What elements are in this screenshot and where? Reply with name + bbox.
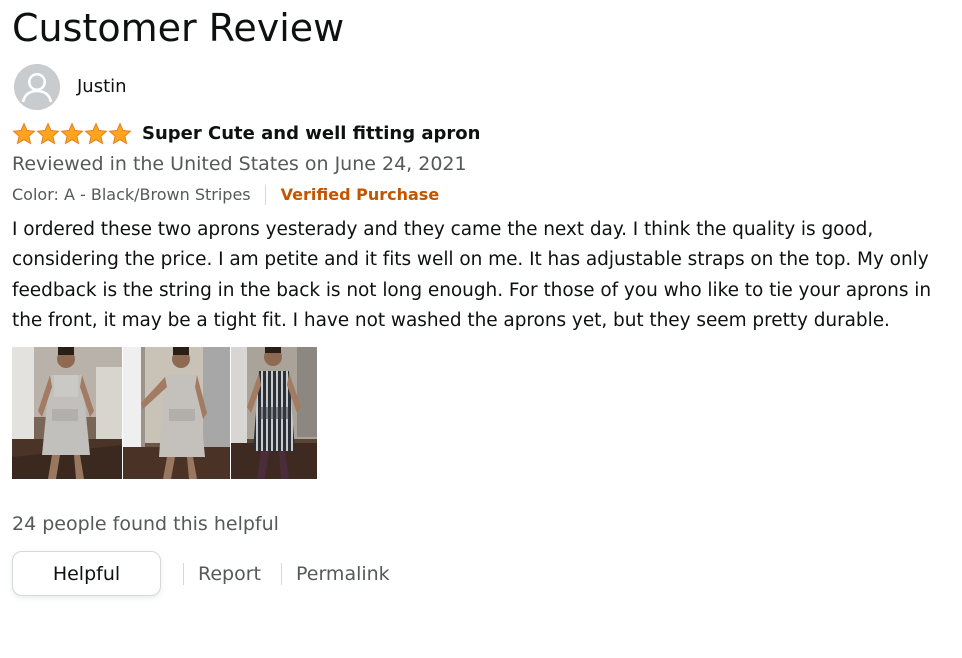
star-icon xyxy=(108,122,132,145)
star-icon xyxy=(36,122,60,145)
report-link[interactable]: Report xyxy=(198,561,261,587)
review-body: I ordered these two aprons yesterady and… xyxy=(12,215,960,337)
helpful-button[interactable]: Helpful xyxy=(12,551,161,596)
page-title: Customer Review xyxy=(12,6,345,50)
divider xyxy=(183,562,184,585)
default-user-avatar-icon xyxy=(14,64,60,110)
review-title[interactable]: Super Cute and well fitting apron xyxy=(142,122,480,146)
helpful-count: 24 people found this helpful xyxy=(12,513,279,535)
variant-link[interactable]: Color: A - Black/Brown Stripes xyxy=(12,184,251,206)
star-rating[interactable] xyxy=(12,122,132,146)
review-body-line: the front, it may be a tight fit. I have… xyxy=(12,310,890,332)
review-body-line: feedback is the string in the back is no… xyxy=(12,279,932,301)
reviewer-name: Justin xyxy=(77,76,127,97)
star-icon xyxy=(84,122,108,145)
review-meta: Color: A - Black/Brown Stripes Verified … xyxy=(12,183,439,207)
star-icon xyxy=(12,122,36,145)
review-image-grey-apron-front[interactable] xyxy=(12,347,122,479)
review-image-grey-apron-doorway[interactable] xyxy=(123,347,230,479)
review-body-line: considering the price. I am petite and i… xyxy=(12,249,929,271)
review-body-line: I ordered these two aprons yesterady and… xyxy=(12,219,874,240)
divider xyxy=(280,562,282,585)
divider xyxy=(264,185,266,205)
review-image-striped-apron[interactable] xyxy=(231,347,317,479)
rating-row: Super Cute and well fitting apron xyxy=(12,120,480,148)
reviewer-profile[interactable]: Justin xyxy=(14,64,127,110)
review-date: Reviewed in the United States on June 24… xyxy=(12,153,467,175)
verified-purchase-badge: Verified Purchase xyxy=(280,185,440,204)
star-icon xyxy=(60,122,84,145)
review-actions: Helpful Report Permalink xyxy=(12,551,390,596)
permalink-link[interactable]: Permalink xyxy=(296,561,390,587)
review-images xyxy=(12,347,317,479)
